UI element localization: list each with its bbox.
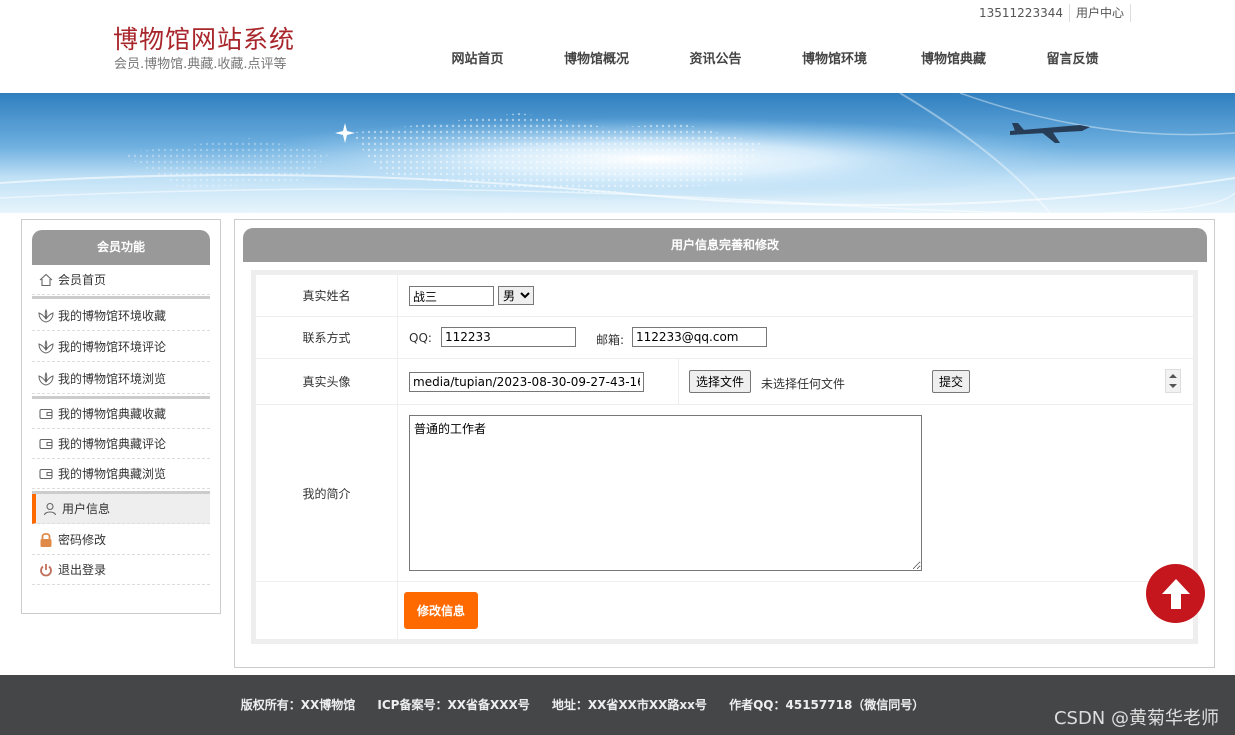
header: 博物馆网站系统 会员.博物馆.典藏.收藏.点评等 13511223344 用户中…	[0, 0, 1235, 93]
sidebar-item-label: 会员首页	[58, 273, 107, 287]
sidebar-item-label: 我的博物馆典藏收藏	[58, 407, 167, 421]
nav-overview[interactable]: 博物馆概况	[537, 50, 656, 70]
scroll-spinner[interactable]	[1165, 369, 1181, 393]
sidebar-item-label: 用户信息	[62, 502, 111, 516]
footer-address: 地址：XX省XX市XX路xx号	[551, 698, 707, 712]
sidebar-item-label: 密码修改	[58, 533, 107, 547]
qq-input[interactable]	[441, 327, 576, 347]
sidebar-item-label: 我的博物馆环境评论	[58, 340, 167, 354]
lock-icon	[38, 532, 54, 548]
avatar-path-input[interactable]	[409, 372, 644, 392]
email-label: 邮箱:	[596, 333, 625, 347]
avatar-value-cell: 选择文件 未选择任何文件 提交	[399, 359, 1193, 405]
form-row-actions: 修改信息	[256, 582, 1193, 639]
card-icon	[38, 406, 54, 422]
form-row-name: 真实姓名 男	[256, 275, 1193, 317]
user-center-link[interactable]: 用户中心	[1070, 4, 1131, 22]
user-info-form: 真实姓名 男 联系方式 QQ: 邮箱:	[251, 270, 1198, 644]
upload-submit-button[interactable]: 提交	[932, 370, 971, 393]
footer: 版权所有：XX博物馆 ICP备案号：XX省备XXX号 地址：XX省XX市XX路x…	[0, 675, 1235, 735]
nav-collection[interactable]: 博物馆典藏	[894, 50, 1013, 70]
sidebar-item-collection-browse[interactable]: 我的博物馆典藏浏览	[32, 459, 210, 489]
site-title[interactable]: 博物馆网站系统	[113, 20, 295, 56]
real-name-input[interactable]	[409, 286, 494, 306]
actions-cell: 修改信息	[399, 582, 1193, 639]
panel-title: 用户信息完善和修改	[243, 228, 1207, 262]
sidebar-item-env-browse[interactable]: 我的博物馆环境浏览	[32, 364, 210, 394]
banner-image	[0, 93, 1235, 213]
footer-author-qq: 作者QQ：45157718（微信同号）	[729, 698, 925, 712]
sidebar-title: 会员功能	[32, 230, 210, 265]
avatar-label: 真实头像	[256, 359, 398, 404]
form-row-avatar: 真实头像 选择文件 未选择任何文件 提交	[256, 359, 1193, 405]
gender-select[interactable]: 男	[498, 286, 534, 305]
user-phone: 13511223344	[973, 4, 1070, 22]
scroll-top-button[interactable]	[1146, 564, 1205, 623]
site-subtitle: 会员.博物馆.典藏.收藏.点评等	[114, 57, 287, 72]
sidebar-item-collection-comments[interactable]: 我的博物馆典藏评论	[32, 429, 210, 459]
email-input[interactable]	[632, 327, 767, 347]
sidebar-item-label: 我的博物馆典藏评论	[58, 437, 167, 451]
footer-icp: ICP备案号：XX省备XXX号	[377, 698, 530, 712]
name-value-cell: 男	[399, 275, 1193, 316]
nav-environment[interactable]: 博物馆环境	[775, 50, 894, 70]
sidebar-item-label: 我的博物馆典藏浏览	[58, 467, 167, 481]
nav-home[interactable]: 网站首页	[418, 50, 537, 70]
form-row-contact: 联系方式 QQ: 邮箱:	[256, 317, 1193, 359]
main-nav: 网站首页 博物馆概况 资讯公告 博物馆环境 博物馆典藏 留言反馈	[418, 50, 1132, 70]
sidebar-item-user-info[interactable]: 用户信息	[32, 494, 210, 524]
topbar: 13511223344 用户中心	[973, 4, 1131, 22]
choose-file-button[interactable]: 选择文件	[689, 370, 752, 393]
home-icon	[38, 272, 54, 288]
power-icon	[38, 562, 54, 578]
bio-label: 我的简介	[256, 405, 398, 581]
form-row-bio: 我的简介 普通的工作者	[256, 405, 1193, 582]
sidebar-divider	[32, 296, 210, 299]
bio-value-cell: 普通的工作者	[399, 405, 1193, 581]
sidebar-item-logout[interactable]: 退出登录	[32, 555, 210, 585]
sidebar-item-change-password[interactable]: 密码修改	[32, 525, 210, 555]
sidebar-item-env-favorites[interactable]: 我的博物馆环境收藏	[32, 301, 210, 331]
cell-divider	[678, 359, 679, 405]
nav-feedback[interactable]: 留言反馈	[1013, 50, 1132, 70]
empty-label	[256, 582, 398, 639]
sidebar-item-label: 我的博物馆环境收藏	[58, 309, 167, 323]
bio-textarea[interactable]: 普通的工作者	[409, 415, 922, 571]
sidebar-item-member-home[interactable]: 会员首页	[32, 265, 210, 295]
name-label: 真实姓名	[256, 275, 398, 316]
sidebar-item-env-comments[interactable]: 我的博物馆环境评论	[32, 332, 210, 362]
form-table: 真实姓名 男 联系方式 QQ: 邮箱:	[256, 275, 1193, 639]
footer-info: 版权所有：XX博物馆 ICP备案号：XX省备XXX号 地址：XX省XX市XX路x…	[0, 675, 1235, 735]
sidebar-item-label: 我的博物馆环境浏览	[58, 372, 167, 386]
user-icon	[42, 501, 58, 517]
nav-news[interactable]: 资讯公告	[656, 50, 775, 70]
save-info-button[interactable]: 修改信息	[404, 592, 478, 629]
sidebar-item-label: 退出登录	[58, 563, 107, 577]
contact-label: 联系方式	[256, 317, 398, 358]
arrow-up-icon	[1161, 578, 1190, 609]
lotus-icon	[38, 339, 54, 355]
member-sidebar: 会员功能 会员首页 我的博物馆环境收藏 我的博物馆环境评论 我的博物馆环境浏览 …	[21, 219, 221, 614]
no-file-text: 未选择任何文件	[761, 377, 846, 391]
card-icon	[38, 466, 54, 482]
sidebar-item-collection-favorites[interactable]: 我的博物馆典藏收藏	[32, 399, 210, 429]
lotus-icon	[38, 371, 54, 387]
contact-value-cell: QQ: 邮箱:	[399, 317, 1193, 358]
lotus-icon	[38, 308, 54, 324]
user-info-panel: 用户信息完善和修改 真实姓名 男 联系方式 QQ: 邮箱:	[234, 219, 1215, 668]
footer-copyright: 版权所有：XX博物馆	[240, 698, 356, 712]
csdn-watermark: CSDN @黄菊华老师	[1053, 708, 1219, 729]
qq-label: QQ:	[409, 331, 432, 345]
card-icon	[38, 436, 54, 452]
